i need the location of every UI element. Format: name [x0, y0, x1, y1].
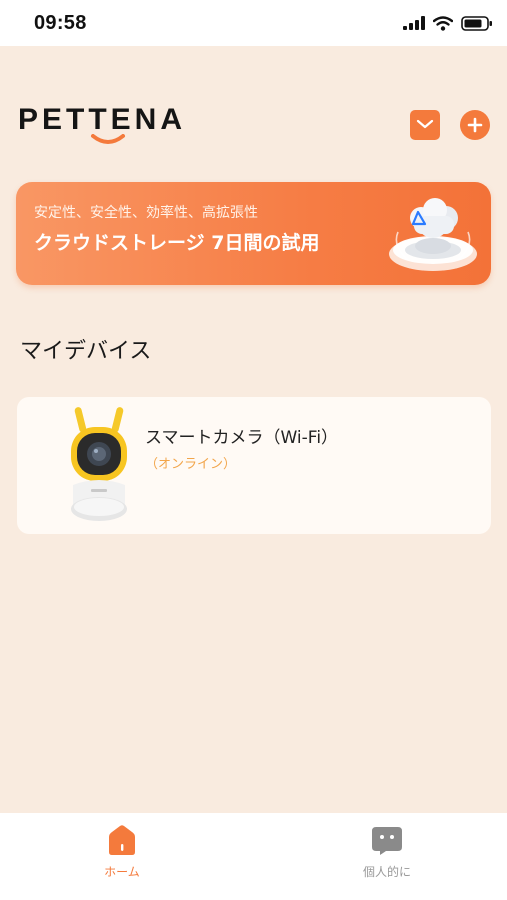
status-bar: 09:58 [0, 0, 507, 46]
mail-icon [416, 119, 434, 129]
wifi-icon [433, 15, 453, 31]
battery-icon [461, 15, 492, 31]
mail-button[interactable] [410, 110, 440, 140]
device-card[interactable]: スマートカメラ（Wi-Fi） （オンライン） [17, 397, 491, 534]
tab-home-label: ホーム [104, 865, 140, 879]
tab-personal[interactable]: 個人的に [327, 823, 447, 893]
camera-device-icon [71, 407, 127, 521]
tab-home[interactable]: ホーム [62, 823, 182, 893]
brand-logo: PETTENA [18, 104, 208, 150]
status-time: 09:58 [34, 11, 87, 34]
chat-bubble-icon [372, 827, 402, 855]
status-icons [403, 15, 493, 31]
my-devices-title: マイデバイス [20, 339, 152, 364]
signal-icon [403, 16, 425, 30]
home-icon [109, 825, 135, 855]
device-status: （オンライン） [145, 457, 237, 472]
device-name: スマートカメラ（Wi-Fi） [145, 428, 339, 448]
banner-subtitle: 安定性、安全性、効率性、高拡張性 [34, 205, 258, 221]
tab-bar: ホーム 個人的に [0, 813, 507, 900]
plus-icon [467, 117, 483, 133]
cloud-camera-illustration [389, 198, 477, 271]
smile-icon [91, 134, 125, 144]
tab-personal-label: 個人的に [362, 865, 411, 879]
cloud-storage-banner[interactable]: 安定性、安全性、効率性、高拡張性 クラウドストレージ 7日間の試用 [16, 182, 491, 285]
brand-name: PETTENA [18, 103, 187, 136]
add-device-button[interactable] [460, 110, 490, 140]
banner-title: クラウドストレージ 7日間の試用 [34, 232, 320, 254]
